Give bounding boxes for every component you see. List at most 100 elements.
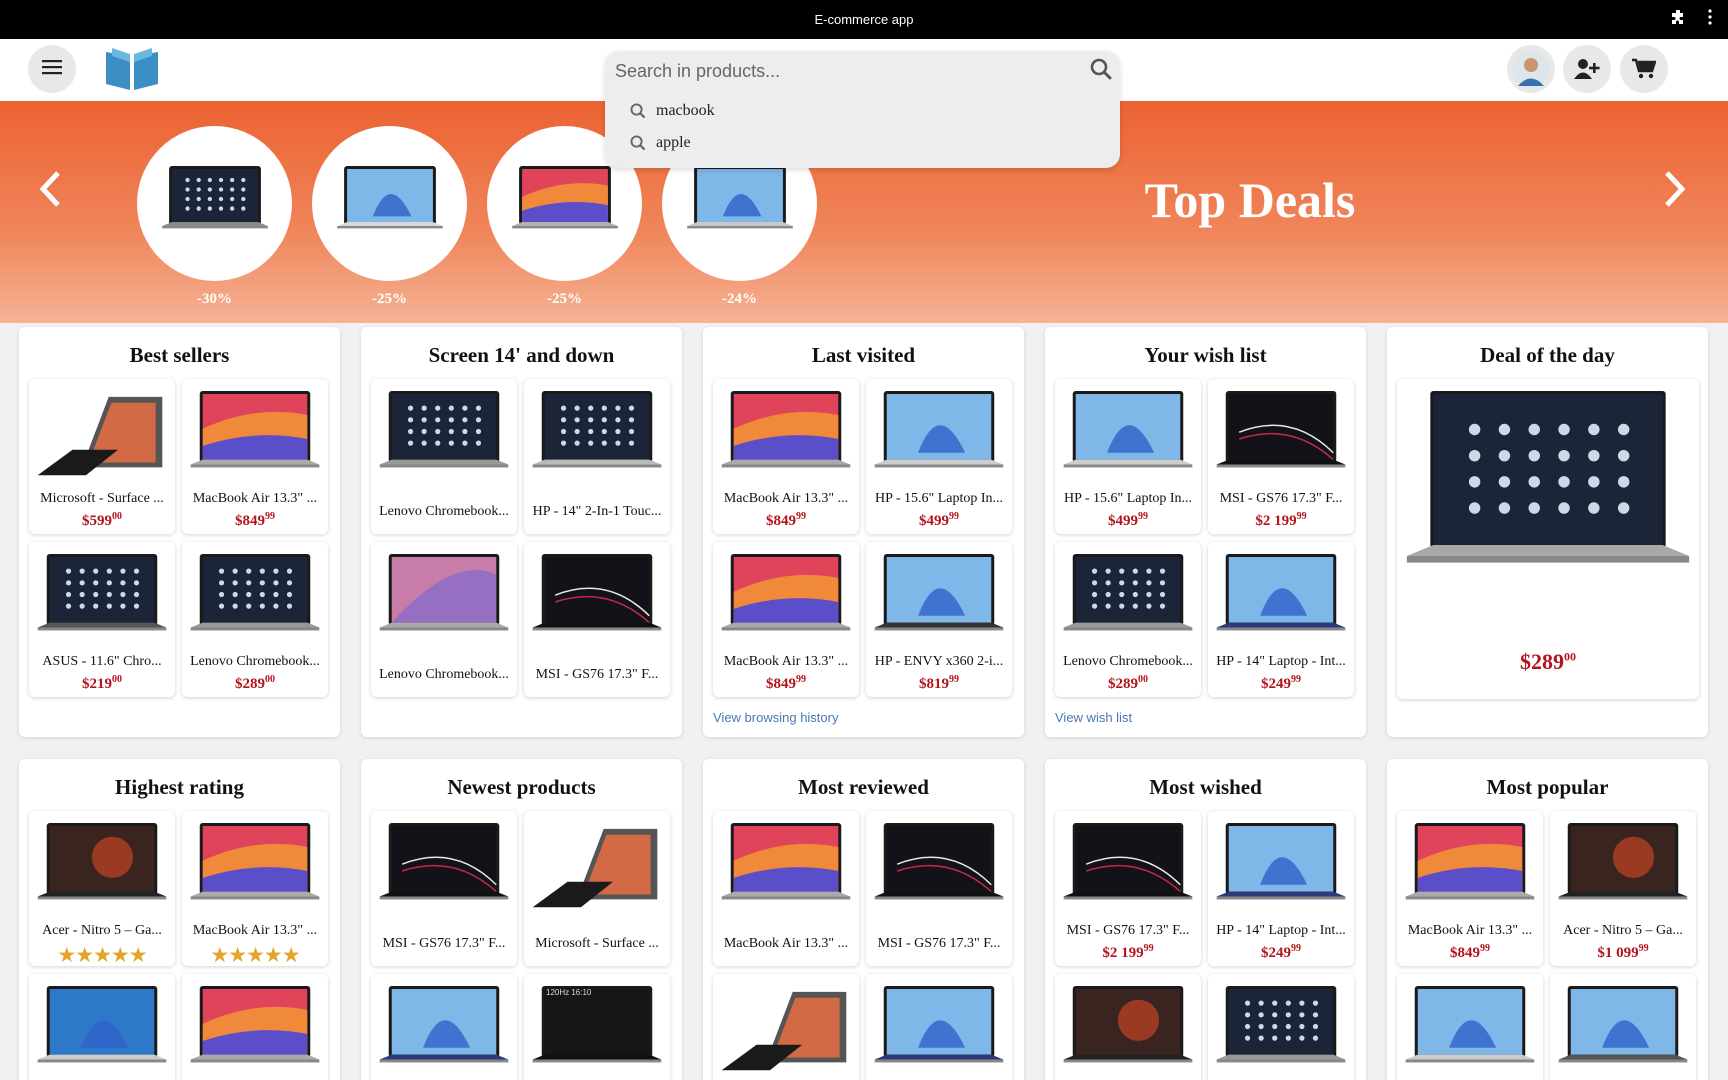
product-image	[379, 986, 509, 1063]
product-image	[1216, 823, 1346, 900]
add-user-button[interactable]	[1563, 45, 1611, 93]
product-card[interactable]	[29, 974, 175, 1080]
product-image	[532, 986, 662, 1063]
section-panel: Most wished MSI - GS76 17.3" F... $2 19999…	[1045, 759, 1366, 1080]
product-image	[1558, 986, 1688, 1063]
product-card[interactable]: MSI - GS76 17.3" F...	[371, 811, 517, 966]
product-image	[1216, 986, 1346, 1063]
top-deal-item[interactable]: -30%	[137, 126, 292, 308]
more-vert-icon[interactable]	[1708, 9, 1712, 30]
product-card[interactable]: Microsoft - Surface ...	[524, 811, 670, 966]
carousel-prev-button[interactable]	[30, 169, 70, 209]
product-card[interactable]	[1055, 974, 1201, 1080]
chevron-left-icon	[39, 171, 60, 207]
top-deal-item[interactable]: -25%	[312, 126, 467, 308]
product-card[interactable]: HP - ENVY x360 2-i... $81999	[866, 542, 1012, 697]
product-card[interactable]: MacBook Air 13.3" ... $84999	[713, 542, 859, 697]
product-card[interactable]	[1550, 974, 1696, 1080]
product-image	[1216, 391, 1346, 468]
product-name: MacBook Air 13.3" ...	[192, 923, 318, 938]
product-card[interactable]: MacBook Air 13.3" ...	[713, 811, 859, 966]
section-panel: Newest products MSI - GS76 17.3" F... Micr…	[361, 759, 682, 1080]
cart-button[interactable]	[1620, 45, 1668, 93]
section-title-newest-products: Newest products	[447, 775, 596, 799]
product-card[interactable]	[713, 974, 859, 1080]
product-card[interactable]: MSI - GS76 17.3" F...	[866, 811, 1012, 966]
user-avatar-button[interactable]	[1507, 45, 1555, 93]
product-name: MacBook Air 13.3" ...	[723, 491, 849, 506]
product-name: HP - 14" Laptop - Int...	[1216, 923, 1346, 938]
product-name: MSI - GS76 17.3" F...	[1066, 923, 1190, 938]
extensions-icon[interactable]	[1670, 9, 1686, 30]
product-card[interactable]	[1397, 974, 1543, 1080]
product-image	[1063, 986, 1193, 1063]
product-card[interactable]: HP - 14" Laptop - Int... $24999	[1208, 811, 1354, 966]
search-suggestion[interactable]: macbook	[630, 102, 715, 120]
search-input[interactable]	[615, 55, 1075, 87]
deal-of-the-day-card[interactable]: $28900	[1397, 379, 1699, 699]
product-card[interactable]: Lenovo Chromebook...	[371, 379, 517, 534]
product-name: HP - ENVY x360 2-i...	[874, 654, 1004, 669]
deal-image	[137, 126, 292, 281]
search-box: macbook apple	[605, 51, 1120, 168]
section-link[interactable]: View browsing history	[713, 710, 838, 725]
product-price: $84999	[766, 511, 806, 529]
product-card[interactable]: Acer - Nitro 5 – Ga... $1 09999	[1550, 811, 1696, 966]
product-card[interactable]: MacBook Air 13.3" ... $84999	[182, 379, 328, 534]
product-card[interactable]: Lenovo Chromebook... $28900	[1055, 542, 1201, 697]
product-card[interactable]: HP - 14" 2-In-1 Touc...	[524, 379, 670, 534]
product-card[interactable]: MacBook Air 13.3" ... ★★★★★	[182, 811, 328, 966]
product-name: HP - 15.6" Laptop In...	[1063, 491, 1193, 506]
product-image	[190, 554, 320, 631]
product-card[interactable]	[866, 974, 1012, 1080]
product-card[interactable]: Lenovo Chromebook...	[371, 542, 517, 697]
product-card[interactable]: Lenovo Chromebook... $28900	[182, 542, 328, 697]
product-image	[1405, 823, 1535, 900]
product-name: Acer - Nitro 5 – Ga...	[1563, 923, 1683, 938]
app-logo[interactable]	[104, 46, 160, 97]
deal-discount: -30%	[197, 291, 232, 307]
product-card[interactable]: HP - 15.6" Laptop In... $49999	[866, 379, 1012, 534]
product-image	[874, 554, 1004, 631]
product-name: ASUS - 11.6" Chro...	[42, 654, 162, 669]
product-price: $84999	[235, 511, 275, 529]
section-panel: Your wish list HP - 15.6" Laptop In... $49…	[1045, 327, 1366, 737]
product-card[interactable]: ASUS - 11.6" Chro... $21900	[29, 542, 175, 697]
product-price: $2 19999	[1255, 511, 1307, 529]
product-card[interactable]: MSI - GS76 17.3" F...	[524, 542, 670, 697]
product-price: $24999	[1261, 943, 1301, 961]
chevron-right-icon	[1665, 171, 1686, 207]
product-card[interactable]	[371, 974, 517, 1080]
section-panel: Deal of the day $28900	[1387, 327, 1708, 737]
deal-discount: -24%	[722, 291, 757, 307]
product-card[interactable]	[182, 974, 328, 1080]
section-title-screen-14-and-down: Screen 14' and down	[428, 343, 615, 367]
product-card[interactable]: MacBook Air 13.3" ... $84999	[713, 379, 859, 534]
search-icon[interactable]	[1090, 58, 1112, 85]
section-title-deal-of-the-day: Deal of the day	[1480, 343, 1615, 367]
product-card[interactable]: MSI - GS76 17.3" F... $2 19999	[1208, 379, 1354, 534]
cart-icon	[1632, 58, 1656, 79]
product-name: Lenovo Chromebook...	[379, 504, 509, 519]
product-card[interactable]: HP - 14" Laptop - Int... $24999	[1208, 542, 1354, 697]
section-title-most-wished: Most wished	[1149, 775, 1262, 799]
window-title: E-commerce app	[814, 12, 914, 27]
product-image	[721, 991, 847, 1071]
product-name: MSI - GS76 17.3" F...	[1219, 491, 1343, 506]
carousel-next-button[interactable]	[1655, 169, 1695, 209]
product-image	[1216, 554, 1346, 631]
menu-icon	[42, 59, 62, 80]
product-card[interactable]: MacBook Air 13.3" ... $84999	[1397, 811, 1543, 966]
product-card[interactable]: 120Hz 16:10	[524, 974, 670, 1080]
menu-button[interactable]	[28, 45, 76, 93]
search-suggestion[interactable]: apple	[630, 134, 691, 152]
product-card[interactable]: HP - 15.6" Laptop In... $49999	[1055, 379, 1201, 534]
product-card[interactable]: Acer - Nitro 5 – Ga... ★★★★★	[29, 811, 175, 966]
product-card[interactable]: Microsoft - Surface ... $59900	[29, 379, 175, 534]
section-link[interactable]: View wish list	[1055, 710, 1132, 725]
product-card[interactable]	[1208, 974, 1354, 1080]
star-rating: ★★★★★	[57, 943, 147, 966]
section-panel: Highest rating Acer - Nitro 5 – Ga... ★★★★…	[19, 759, 340, 1080]
product-card[interactable]: MSI - GS76 17.3" F... $2 19999	[1055, 811, 1201, 966]
product-price: $28900	[1108, 674, 1148, 692]
